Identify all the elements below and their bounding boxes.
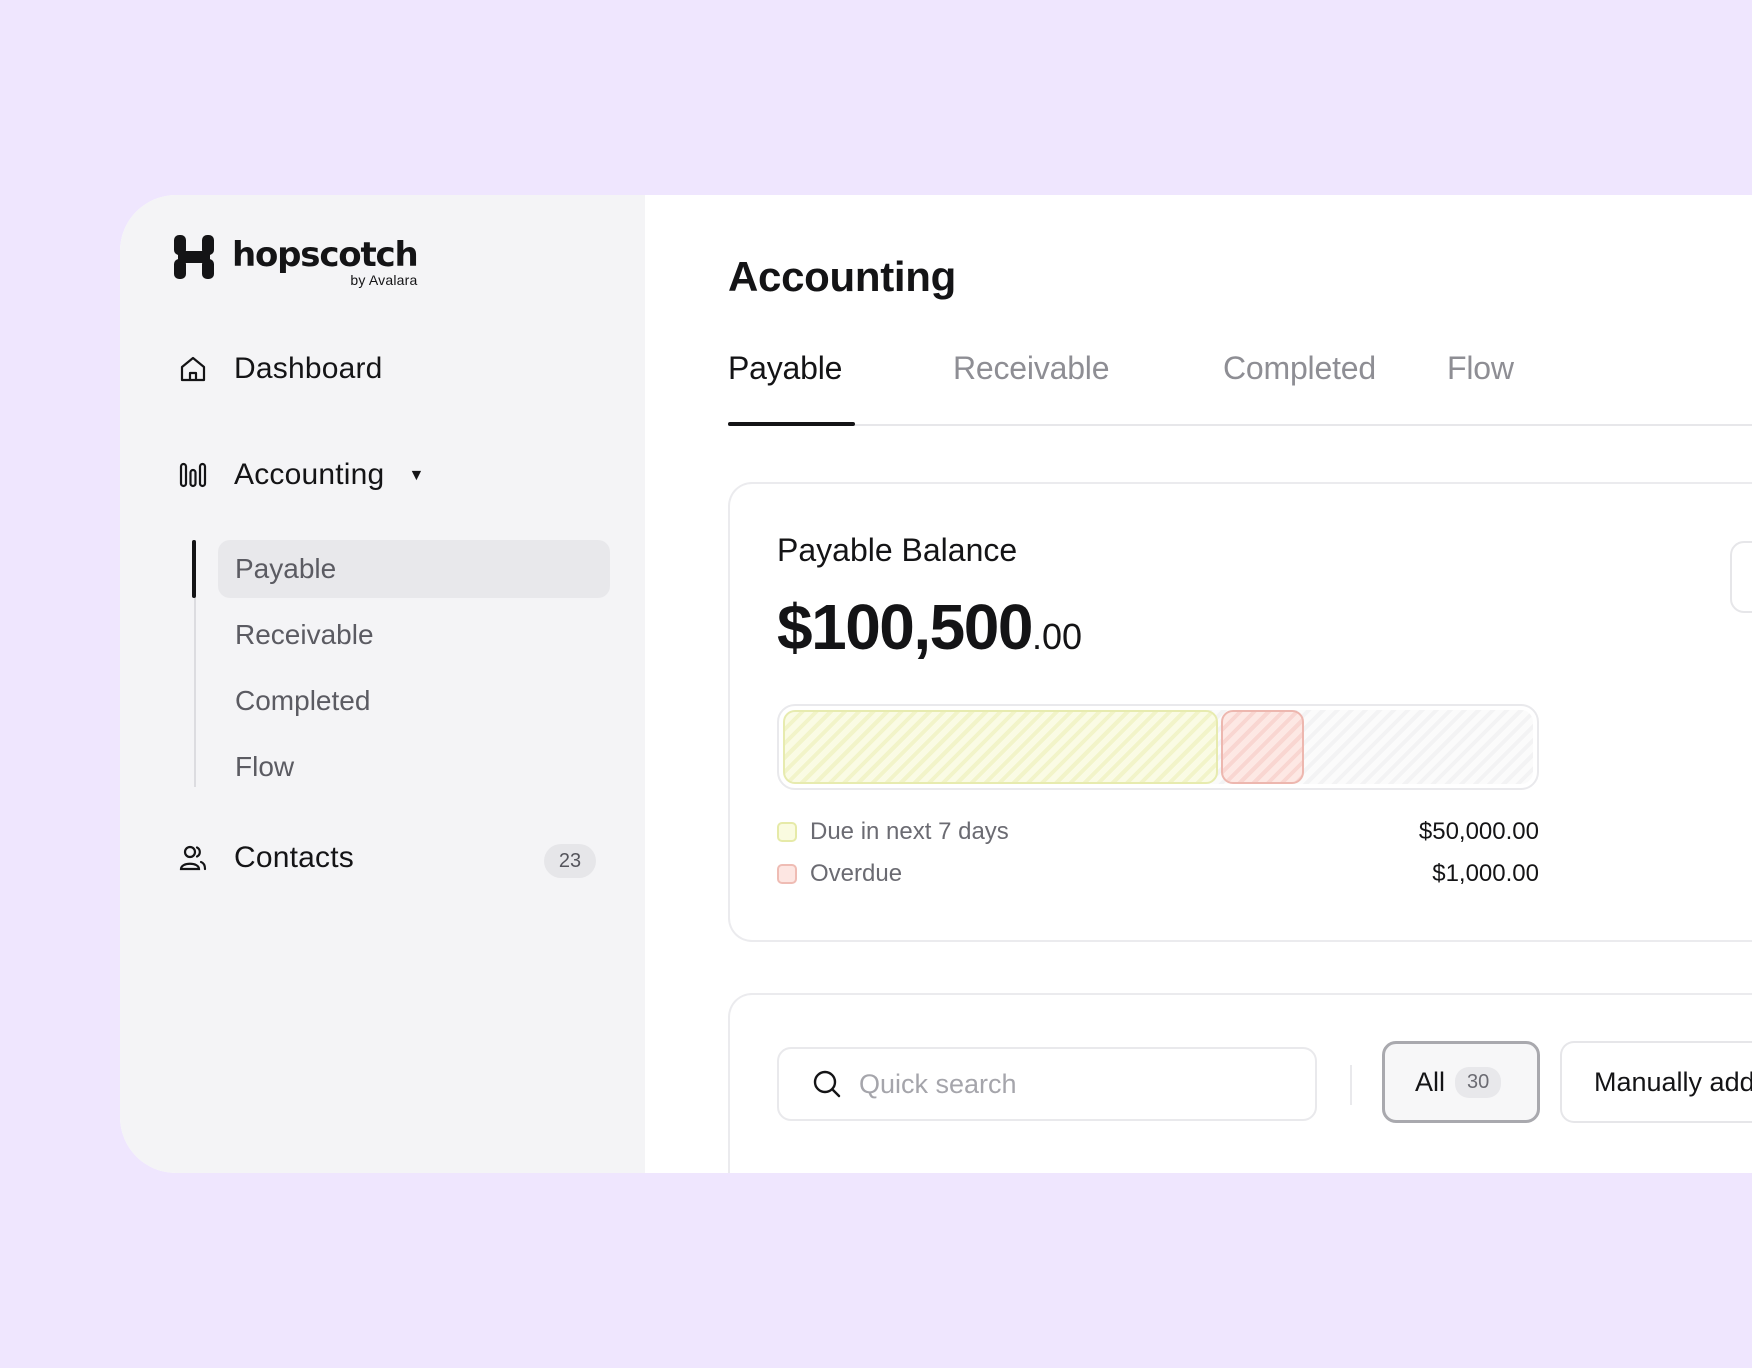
contacts-count-badge: 23 [544, 844, 596, 878]
filter-all-count: 30 [1455, 1066, 1502, 1098]
payable-balance-card: Payable Balance $100,500.00 Due in next … [728, 482, 1752, 942]
subnav-completed[interactable]: Completed [218, 672, 610, 730]
filter-divider [1350, 1065, 1352, 1105]
hopscotch-logo-icon [174, 235, 214, 279]
caret-down-icon: ▼ [408, 467, 425, 484]
nav-contacts[interactable]: Contacts [178, 841, 354, 875]
balance-amount-cents: .00 [1031, 616, 1082, 657]
home-icon [178, 354, 208, 384]
legend-label-overdue: Overdue [810, 860, 903, 887]
tab-bar: Payable Receivable Completed Flow [728, 338, 1752, 426]
legend-value-due: $50,000.00 [1418, 818, 1539, 845]
legend-swatch-overdue [777, 864, 797, 884]
legend-label-due: Due in next 7 days [810, 818, 1009, 845]
bar-chart-icon [178, 460, 208, 490]
nav-dashboard[interactable]: Dashboard [178, 352, 383, 386]
balance-label: Payable Balance [777, 532, 1018, 568]
brand-logo[interactable]: hopscotch by Avalara [174, 235, 419, 288]
transactions-card: All 30 Manually added [728, 993, 1752, 1173]
tab-receivable[interactable]: Receivable [953, 350, 1110, 387]
card-action-button[interactable] [1730, 541, 1752, 613]
tab-completed[interactable]: Completed [1223, 350, 1376, 387]
balance-breakdown-bar [777, 704, 1539, 790]
balance-amount-whole: $100,500 [777, 591, 1033, 663]
legend-row-overdue: Overdue $1,000.00 [777, 858, 1539, 890]
balance-amount: $100,500.00 [777, 590, 1082, 664]
subnav-active-indicator [192, 540, 196, 598]
subnav-flow[interactable]: Flow [218, 738, 610, 796]
page-title: Accounting [728, 253, 956, 300]
main-content: Accounting Payable Receivable Completed … [645, 195, 1752, 1173]
nav-accounting-label: Accounting [234, 458, 385, 491]
brand-name: hopscotch [232, 235, 419, 275]
subnav-payable[interactable]: Payable [218, 540, 610, 598]
active-tab-underline [728, 422, 855, 426]
search-box[interactable] [777, 1047, 1317, 1121]
bar-segment-due [783, 710, 1218, 784]
bar-segment-overdue [1221, 710, 1305, 784]
tab-payable[interactable]: Payable [728, 350, 842, 387]
nav-contacts-label: Contacts [234, 841, 354, 874]
users-icon [178, 843, 208, 873]
filter-manually-added-button[interactable]: Manually added [1560, 1041, 1752, 1123]
filter-all-button[interactable]: All 30 [1382, 1041, 1540, 1123]
filter-all-label: All [1415, 1066, 1446, 1097]
nav-dashboard-label: Dashboard [234, 352, 383, 385]
subnav-receivable[interactable]: Receivable [218, 606, 610, 664]
app-window: hopscotch by Avalara Dashboard Accountin… [120, 195, 1752, 1173]
search-icon [813, 1070, 841, 1098]
legend-row-due: Due in next 7 days $50,000.00 [777, 816, 1539, 848]
search-input[interactable] [859, 1068, 1299, 1100]
nav-accounting[interactable]: Accounting ▼ [178, 458, 424, 492]
sidebar: hopscotch by Avalara Dashboard Accountin… [120, 195, 645, 1173]
legend-value-overdue: $1,000.00 [1432, 860, 1539, 887]
legend-swatch-due [777, 822, 797, 842]
tab-flow[interactable]: Flow [1447, 350, 1514, 387]
